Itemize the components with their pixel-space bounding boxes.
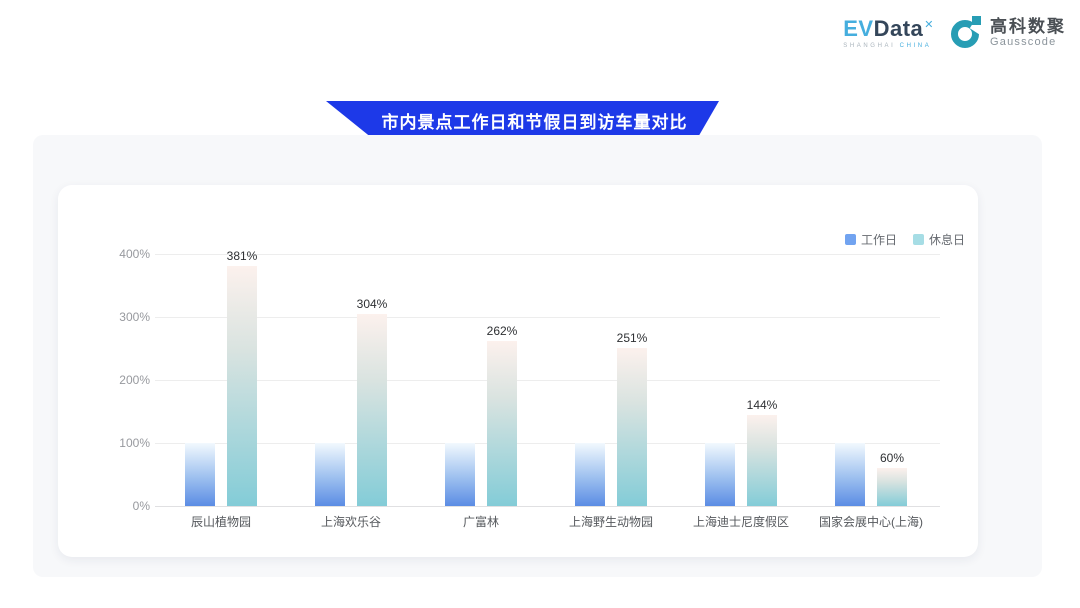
evdata-subtitle-china: CHINA [900, 43, 932, 49]
bar-value-label: 381% [212, 249, 272, 263]
bar-restday [357, 314, 387, 506]
x-axis-label: 辰山植物园 [151, 513, 291, 530]
bar-workday [705, 443, 735, 506]
gausscode-text: 高科数聚 Gausscode [990, 17, 1066, 49]
bar-restday [487, 341, 517, 506]
content-panel: 工作日 休息日 0% 100% 200% 300% 400% 381% 辰山植物园 304% 上海… [33, 135, 1042, 577]
evdata-wordmark: EVData✕ [843, 18, 933, 40]
evdata-subtitle-shanghai: SHANGHAI [843, 43, 895, 49]
gridline-100% [155, 443, 940, 444]
bar-value-label: 304% [342, 297, 402, 311]
page: EVData✕ SHANGHAI CHINA 高科数聚 Gausscode 市内… [0, 0, 1080, 608]
evdata-data-text: Data [874, 16, 924, 41]
bar-workday [445, 443, 475, 506]
gausscode-square-shape [972, 16, 981, 25]
chart-card: 工作日 休息日 0% 100% 200% 300% 400% 381% 辰山植物园 304% 上海… [58, 185, 978, 557]
y-axis-tick: 100% [98, 436, 150, 450]
legend-label: 休息日 [929, 231, 965, 248]
chart-legend: 工作日 休息日 [845, 231, 965, 248]
bar-value-label: 251% [602, 331, 662, 345]
evdata-ev-text: EV [843, 16, 873, 41]
bar-restday [877, 468, 907, 506]
legend-item-restday[interactable]: 休息日 [913, 231, 965, 248]
y-axis-tick: 200% [98, 373, 150, 387]
bar-workday [835, 443, 865, 506]
bar-value-label: 60% [862, 451, 922, 465]
gridline-400% [155, 254, 940, 255]
gausscode-logo: 高科数聚 Gausscode [951, 16, 1066, 50]
bar-workday [185, 443, 215, 506]
gridline-0% [155, 506, 940, 507]
x-axis-label: 上海野生动物园 [541, 513, 681, 530]
x-axis-label: 国家会展中心(上海) [801, 513, 941, 530]
bar-restday [747, 415, 777, 506]
chart-title-banner: 市内景点工作日和节假日到访车量对比 [326, 101, 719, 139]
y-axis-tick: 400% [98, 247, 150, 261]
evdata-x-icon: ✕ [924, 19, 934, 31]
legend-item-workday[interactable]: 工作日 [845, 231, 897, 248]
evdata-subtitle: SHANGHAI CHINA [843, 43, 931, 49]
y-axis-tick: 0% [98, 499, 150, 513]
x-axis-label: 上海欢乐谷 [281, 513, 421, 530]
gridline-200% [155, 380, 940, 381]
y-axis-tick: 300% [98, 310, 150, 324]
bar-restday [617, 348, 647, 506]
legend-swatch-icon [913, 234, 924, 245]
evdata-logo: EVData✕ SHANGHAI CHINA [843, 18, 933, 49]
bar-value-label: 262% [472, 324, 532, 338]
bar-value-label: 144% [732, 398, 792, 412]
x-axis-label: 广富林 [411, 513, 551, 530]
gridline-300% [155, 317, 940, 318]
x-axis-label: 上海迪士尼度假区 [671, 513, 811, 530]
bar-restday [227, 266, 257, 506]
bar-workday [575, 443, 605, 506]
brand-header: EVData✕ SHANGHAI CHINA 高科数聚 Gausscode [843, 16, 1066, 50]
gausscode-g-icon [951, 16, 983, 50]
legend-label: 工作日 [861, 231, 897, 248]
bar-workday [315, 443, 345, 506]
legend-swatch-icon [845, 234, 856, 245]
page-title: 市内景点工作日和节假日到访车量对比 [382, 108, 688, 133]
gausscode-cn-name: 高科数聚 [990, 17, 1066, 36]
gausscode-en-name: Gausscode [990, 36, 1066, 49]
